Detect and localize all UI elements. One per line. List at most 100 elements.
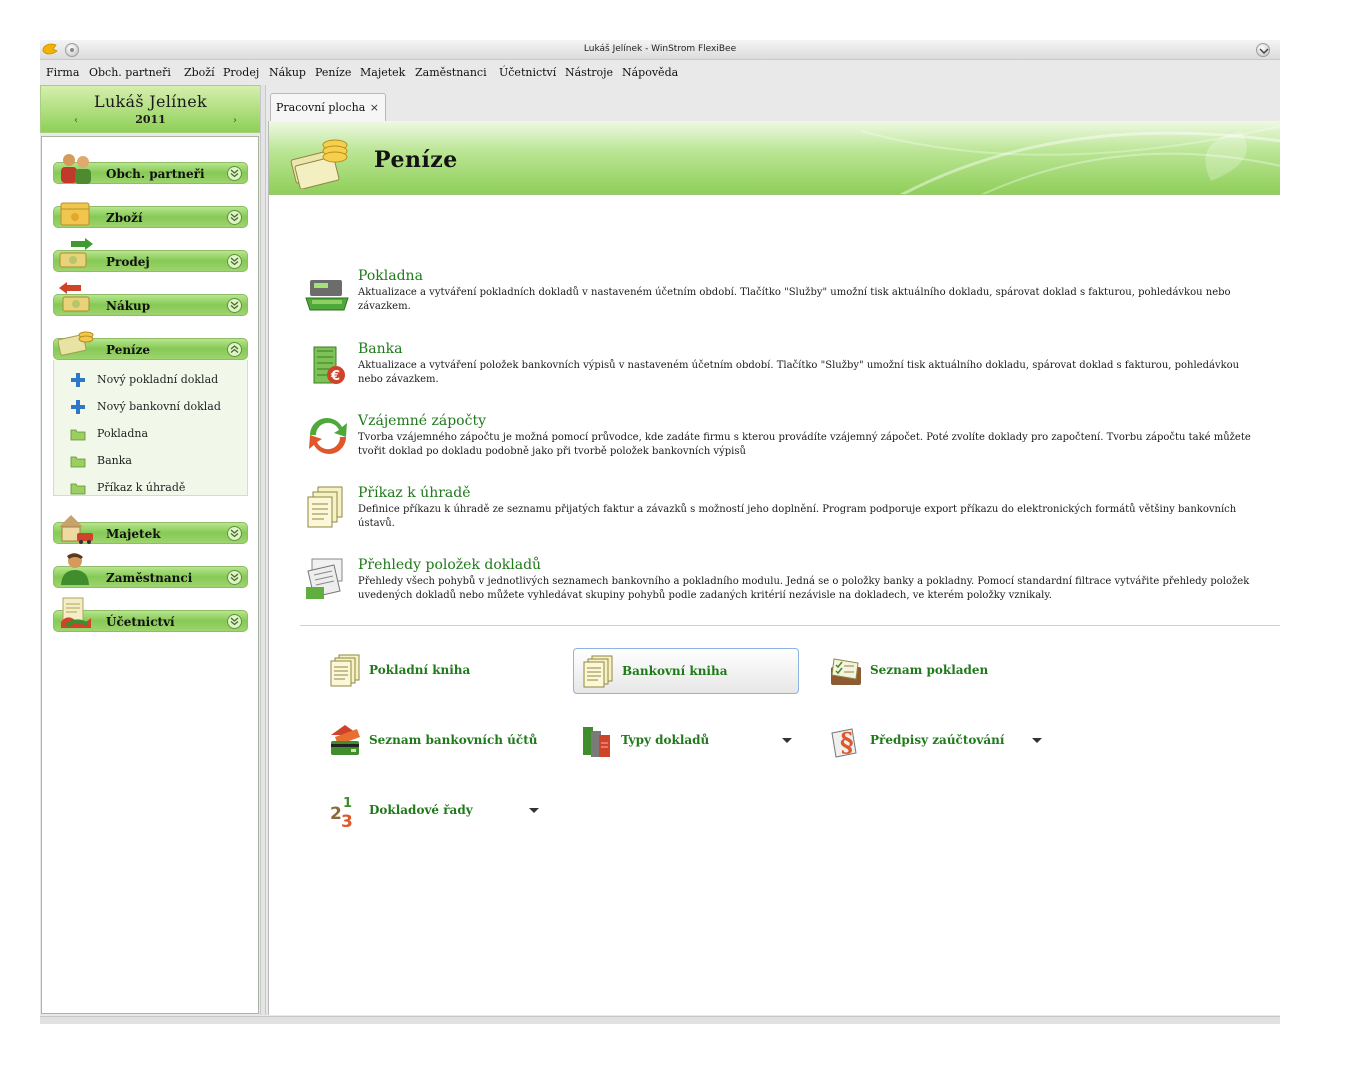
feature-description: Aktualizace a vytváření položek bankovní…: [358, 360, 1240, 385]
menu-obch-partneri[interactable]: Obch. partneři: [89, 66, 171, 79]
dropdown-arrow-icon[interactable]: [1032, 738, 1042, 743]
svg-text:§: §: [840, 728, 854, 758]
nav-group-label: Účetnictví: [106, 615, 175, 629]
cash-register-icon: [305, 280, 349, 311]
menu-ucetnictvi[interactable]: Účetnictví: [499, 66, 556, 79]
sidebar: Lukáš Jelínek ‹ 2011 › Obch. partneři Zb…: [40, 85, 261, 1015]
button-label: Dokladové řady: [369, 803, 473, 817]
penize-submenu: Nový pokladní doklad Nový bankovní dokla…: [53, 360, 248, 496]
expand-icon[interactable]: [227, 526, 242, 541]
menu-nakup[interactable]: Nákup: [269, 66, 306, 79]
pokladni-kniha-button[interactable]: Pokladní kniha: [321, 648, 547, 694]
book-icon: [330, 654, 360, 687]
sub-item-label: Pokladna: [97, 427, 149, 440]
window-title: Lukáš Jelínek - WinStrom FlexiBee: [583, 44, 737, 54]
sub-item-label: Banka: [97, 454, 132, 467]
tab-strip: Pracovní plocha ×: [267, 85, 1280, 121]
sub-item-prikaz-k-uhrade[interactable]: Příkaz k úhradě: [54, 476, 244, 498]
expand-icon[interactable]: [227, 166, 242, 181]
document-types-icon: [583, 727, 610, 757]
button-label: Typy dokladů: [621, 733, 710, 747]
sub-item-label: Nový bankovní doklad: [97, 400, 221, 413]
app-window: Lukáš Jelínek - WinStrom FlexiBee Firma …: [40, 40, 1280, 1024]
user-box: Lukáš Jelínek ‹ 2011 ›: [40, 85, 261, 133]
paragraph-icon: §: [831, 728, 857, 758]
nav-group-label: Nákup: [106, 299, 151, 313]
feature-title[interactable]: Pokladna: [358, 268, 423, 284]
button-label: Bankovní kniha: [622, 664, 728, 678]
expand-icon[interactable]: [227, 614, 242, 629]
folder-icon: [70, 483, 86, 495]
module-title: Peníze: [374, 147, 458, 173]
next-year-button[interactable]: ›: [233, 115, 237, 126]
seznam-bankovnich-uctu-button[interactable]: Seznam bankovních účtů: [321, 718, 561, 764]
user-name: Lukáš Jelínek: [94, 92, 207, 111]
expand-icon[interactable]: [227, 570, 242, 585]
window-minimize-button[interactable]: [1256, 43, 1270, 57]
feature-title[interactable]: Přehledy položek dokladů: [358, 557, 541, 573]
button-label: Seznam pokladen: [870, 663, 989, 677]
main-content: Peníze Pokladna Aktualizace a vytváření …: [268, 121, 1280, 1015]
dokladove-rady-button[interactable]: 1 2 3 Dokladové řady: [321, 788, 547, 834]
sub-item-novy-bankovni-doklad[interactable]: Nový bankovní doklad: [54, 395, 244, 417]
menu-zamestnanci[interactable]: Zaměstnanci: [415, 66, 487, 79]
dropdown-arrow-icon[interactable]: [782, 738, 792, 743]
collapse-icon[interactable]: [227, 342, 242, 357]
dropdown-arrow-icon[interactable]: [529, 808, 539, 813]
partners-icon: [61, 154, 91, 184]
button-label: Seznam bankovních účtů: [369, 733, 538, 747]
sub-item-label: Nový pokladní doklad: [97, 373, 219, 386]
folder-icon: [70, 429, 86, 441]
menu-bar: Firma Obch. partneři Zboží Prodej Nákup …: [40, 62, 1280, 84]
seznam-pokladen-button[interactable]: Seznam pokladen: [822, 648, 1048, 694]
nav-group-label: Obch. partneři: [106, 167, 205, 181]
section-divider: [300, 625, 1280, 626]
status-bar: [40, 1016, 1280, 1024]
folder-icon: [70, 456, 86, 468]
goods-icon: [60, 202, 90, 226]
sub-item-novy-pokladni-doklad[interactable]: Nový pokladní doklad: [54, 368, 244, 390]
menu-nastroje[interactable]: Nástroje: [565, 66, 613, 79]
decorative-swirl-icon: [861, 125, 1280, 194]
tab-pracovni-plocha[interactable]: Pracovní plocha ×: [270, 93, 386, 121]
expand-icon[interactable]: [227, 254, 242, 269]
numbering-icon: 1 2 3: [330, 796, 353, 829]
menu-majetek[interactable]: Majetek: [360, 66, 405, 79]
svg-text:3: 3: [341, 812, 353, 829]
sub-item-label: Příkaz k úhradě: [97, 481, 186, 494]
feature-description: Přehledy všech pohybů v jednotlivých sez…: [358, 576, 1250, 601]
close-icon[interactable]: ×: [370, 101, 379, 114]
sub-item-pokladna[interactable]: Pokladna: [54, 422, 244, 444]
nav-group-label: Zaměstnanci: [106, 571, 193, 585]
expand-icon[interactable]: [227, 210, 242, 225]
tab-label: Pracovní plocha: [276, 101, 366, 114]
purchase-icon: [59, 282, 90, 312]
book-icon: [583, 655, 613, 688]
feature-description: Definice příkazu k úhradě ze seznamu při…: [358, 504, 1237, 529]
offset-icon: [309, 418, 347, 454]
accounting-icon: [61, 597, 91, 628]
document-items-icon: [306, 558, 343, 599]
plus-icon: [71, 400, 85, 414]
navigation-panel: Obch. partneři Zboží Prodej Nákup Peníze…: [41, 136, 259, 1014]
sub-item-banka[interactable]: Banka: [54, 449, 244, 471]
feature-description: Aktualizace a vytváření pokladních dokla…: [358, 287, 1231, 312]
sidebar-splitter[interactable]: [260, 85, 266, 1015]
bank-icon: €: [313, 346, 345, 384]
menu-zbozi[interactable]: Zboží: [184, 66, 215, 79]
bankovni-kniha-button[interactable]: Bankovní kniha: [573, 648, 799, 694]
payment-order-icon: [307, 486, 343, 528]
menu-firma[interactable]: Firma: [46, 66, 79, 79]
feature-title[interactable]: Vzájemné zápočty: [358, 413, 486, 429]
sales-icon: [59, 238, 93, 268]
menu-napoveda[interactable]: Nápověda: [622, 66, 678, 79]
menu-prodej[interactable]: Prodej: [223, 66, 259, 79]
accounting-year: 2011: [135, 113, 166, 126]
predpisy-zauctovani-button[interactable]: § Předpisy zaúčtování: [822, 718, 1048, 764]
feature-title[interactable]: Příkaz k úhradě: [358, 485, 471, 501]
expand-icon[interactable]: [227, 298, 242, 313]
svg-text:€: €: [330, 369, 340, 384]
typy-dokladu-button[interactable]: Typy dokladů: [573, 718, 799, 764]
feature-title[interactable]: Banka: [358, 341, 402, 357]
menu-penize[interactable]: Peníze: [315, 66, 351, 79]
